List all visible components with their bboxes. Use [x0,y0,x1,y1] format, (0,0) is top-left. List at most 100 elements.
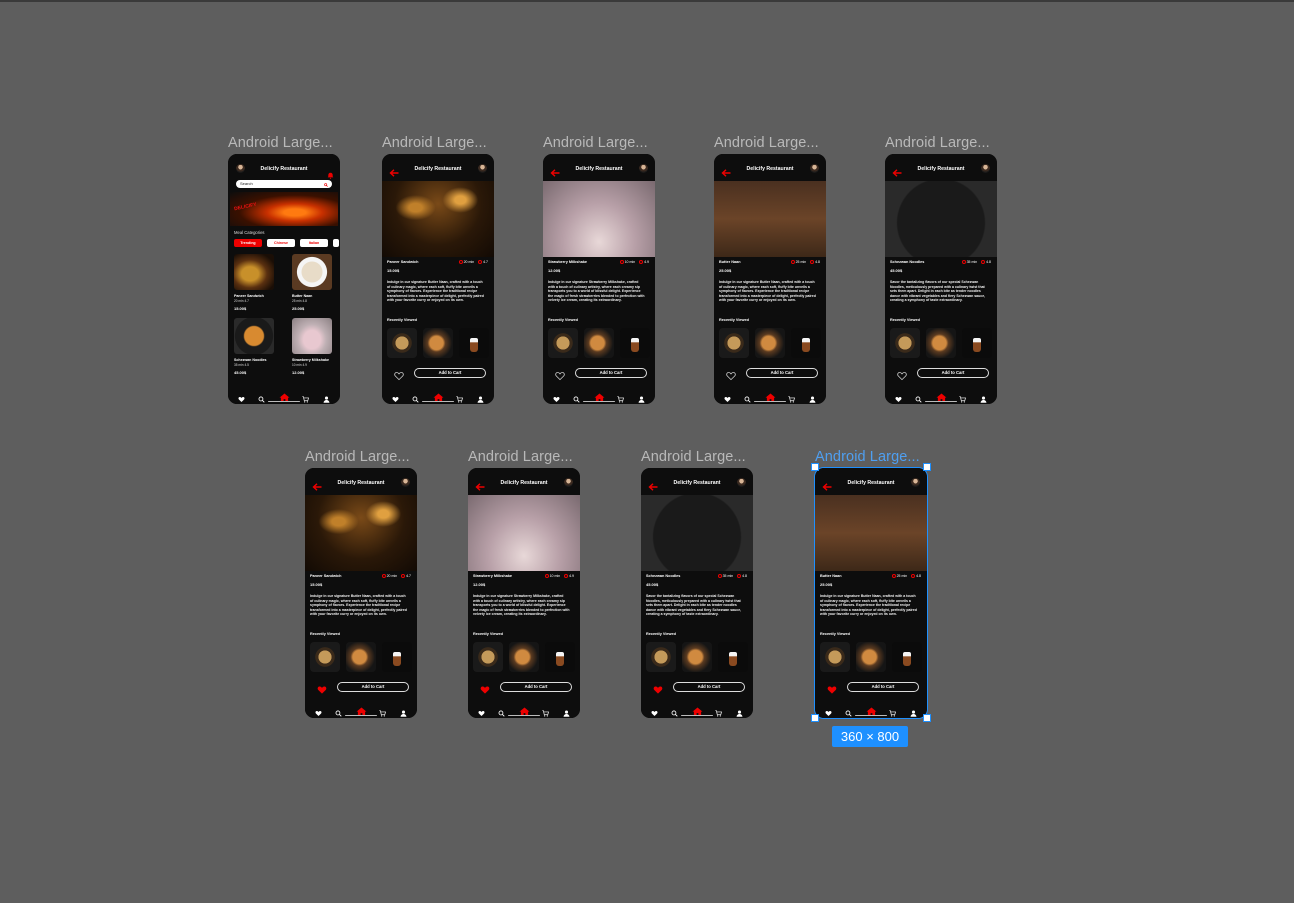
phone-frame-noodles[interactable]: Delicify Restaurant Schezwan Noodles 35 mi… [885,154,997,404]
add-to-cart-button[interactable]: Add to Cart [414,368,486,378]
favorite-outline-icon[interactable] [555,368,565,381]
recently-viewed-thumb[interactable] [755,328,785,358]
promo-banner[interactable]: DELICIFY [230,192,338,226]
favorites-nav-icon[interactable] [478,704,485,717]
phone-frame-shake[interactable]: Delicify Restaurant Strawberry Milkshake 1… [468,468,580,718]
recently-viewed-thumb[interactable] [382,642,412,672]
search-nav-icon[interactable] [412,390,419,403]
recently-viewed-thumb[interactable] [459,328,489,358]
favorite-filled-icon[interactable] [653,682,663,694]
search-nav-icon[interactable] [573,390,580,403]
add-to-cart-button[interactable]: Add to Cart [847,682,919,692]
recently-viewed-thumb[interactable] [820,642,850,672]
phone-frame-shake[interactable]: Delicify Restaurant Strawberry Milkshake 1… [543,154,655,404]
recently-viewed-thumb[interactable] [423,328,453,358]
recently-viewed-thumb[interactable] [892,642,922,672]
frame-label[interactable]: Android Large... [885,135,990,151]
home-nav-icon[interactable] [936,389,947,402]
favorite-filled-icon[interactable] [317,682,327,694]
food-card[interactable]: Strawberry Milkshake 10 min 4.9 12.00$ [292,318,338,375]
favorites-nav-icon[interactable] [392,390,399,403]
profile-nav-icon[interactable] [400,704,407,717]
frame-label[interactable]: Android Large... [815,449,920,465]
home-nav-icon[interactable] [279,389,290,402]
phone-frame-sandwich[interactable]: Delicify Restaurant Paneer Sandwich 20 min… [305,468,417,718]
add-to-cart-button[interactable]: Add to Cart [575,368,647,378]
food-card[interactable]: Butter Naan 25 min 4.8 25.00$ [292,254,338,311]
frame-label[interactable]: Android Large... [468,449,573,465]
home-nav-icon[interactable] [765,389,776,402]
add-to-cart-button[interactable]: Add to Cart [673,682,745,692]
cart-nav-icon[interactable] [302,390,309,403]
phone-frame-sandwich[interactable]: Delicify Restaurant Paneer Sandwich 20 min… [382,154,494,404]
profile-nav-icon[interactable] [809,390,816,403]
add-to-cart-button[interactable]: Add to Cart [917,368,989,378]
favorite-outline-icon[interactable] [394,368,404,381]
cart-nav-icon[interactable] [788,390,795,403]
category-chip[interactable]: Trending [234,239,262,247]
selection-handle[interactable] [923,714,931,722]
profile-nav-icon[interactable] [736,704,743,717]
recently-viewed-thumb[interactable] [584,328,614,358]
phone-frame-home[interactable]: Delicify Restaurant Search DELICIFY Meal Ca… [228,154,340,404]
favorite-outline-icon[interactable] [726,368,736,381]
category-chip-overflow[interactable] [333,239,339,247]
selection-handle[interactable] [811,714,819,722]
favorites-nav-icon[interactable] [895,390,902,403]
recently-viewed-thumb[interactable] [962,328,992,358]
frame-label[interactable]: Android Large... [543,135,648,151]
recently-viewed-thumb[interactable] [646,642,676,672]
home-nav-icon[interactable] [692,703,703,716]
selection-handle[interactable] [923,463,931,471]
category-chip[interactable]: Chinese [267,239,295,247]
search-nav-icon[interactable] [845,704,852,717]
home-nav-icon[interactable] [866,703,877,716]
recently-viewed-thumb[interactable] [620,328,650,358]
favorites-nav-icon[interactable] [651,704,658,717]
home-nav-icon[interactable] [519,703,530,716]
home-nav-icon[interactable] [594,389,605,402]
profile-nav-icon[interactable] [910,704,917,717]
phone-frame-naan[interactable]: Delicify Restaurant Butter Naan 25 min 4.8 2… [814,467,928,719]
phone-frame-naan[interactable]: Delicify Restaurant Butter Naan 25 min 4.8 2… [714,154,826,404]
recently-viewed-thumb[interactable] [387,328,417,358]
frame-label[interactable]: Android Large... [714,135,819,151]
recently-viewed-thumb[interactable] [856,642,886,672]
recently-viewed-thumb[interactable] [545,642,575,672]
favorite-outline-icon[interactable] [897,368,907,381]
favorites-nav-icon[interactable] [553,390,560,403]
recently-viewed-thumb[interactable] [718,642,748,672]
cart-nav-icon[interactable] [379,704,386,717]
search-nav-icon[interactable] [671,704,678,717]
frame-label[interactable]: Android Large... [641,449,746,465]
selection-handle[interactable] [811,463,819,471]
recently-viewed-thumb[interactable] [926,328,956,358]
recently-viewed-thumb[interactable] [509,642,539,672]
recently-viewed-thumb[interactable] [890,328,920,358]
search-nav-icon[interactable] [258,390,265,403]
recently-viewed-thumb[interactable] [682,642,712,672]
favorite-filled-icon[interactable] [480,682,490,694]
frame-label[interactable]: Android Large... [305,449,410,465]
search-nav-icon[interactable] [498,704,505,717]
recently-viewed-thumb[interactable] [310,642,340,672]
category-chip[interactable]: Italian [300,239,328,247]
frame-label[interactable]: Android Large... [228,135,333,151]
profile-nav-icon[interactable] [638,390,645,403]
search-nav-icon[interactable] [744,390,751,403]
cart-nav-icon[interactable] [456,390,463,403]
cart-nav-icon[interactable] [959,390,966,403]
favorites-nav-icon[interactable] [724,390,731,403]
cart-nav-icon[interactable] [715,704,722,717]
search-input[interactable]: Search [236,180,332,188]
profile-nav-icon[interactable] [980,390,987,403]
recently-viewed-thumb[interactable] [346,642,376,672]
home-nav-icon[interactable] [433,389,444,402]
recently-viewed-thumb[interactable] [719,328,749,358]
search-nav-icon[interactable] [335,704,342,717]
frame-label[interactable]: Android Large... [382,135,487,151]
cart-nav-icon[interactable] [617,390,624,403]
profile-nav-icon[interactable] [563,704,570,717]
food-card[interactable]: Schezwan Noodles 35 min 4.5 45.00$ [234,318,280,375]
search-nav-icon[interactable] [915,390,922,403]
